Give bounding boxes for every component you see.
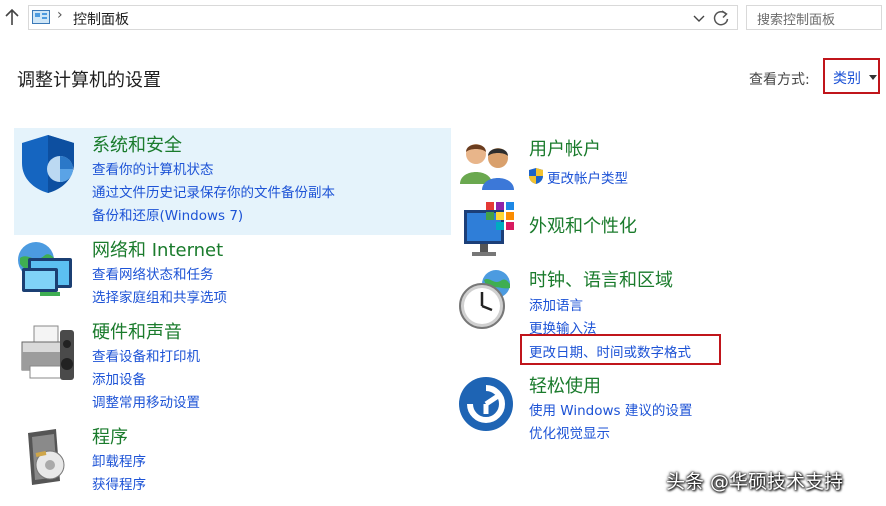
category-hardware-title[interactable]: 硬件和声音: [92, 318, 182, 344]
link-network-status[interactable]: 查看网络状态和任务: [92, 263, 214, 283]
category-programs-title[interactable]: 程序: [92, 423, 128, 449]
network-globe-icon[interactable]: [14, 238, 78, 302]
watermark-text: 头条 @华硕技术支持: [666, 471, 844, 493]
caret-down-icon: [869, 75, 877, 80]
category-user-accounts-title[interactable]: 用户帐户: [529, 135, 601, 161]
uac-shield-icon: [529, 168, 543, 184]
link-get-programs[interactable]: 获得程序: [92, 473, 146, 493]
view-by-dropdown[interactable]: 类别: [823, 58, 880, 94]
printer-icon[interactable]: [16, 322, 80, 386]
link-homegroup-sharing[interactable]: 选择家庭组和共享选项: [92, 286, 227, 306]
category-appearance-title[interactable]: 外观和个性化: [529, 212, 637, 238]
link-recommended-settings[interactable]: 使用 Windows 建议的设置: [529, 399, 692, 419]
category-clock-region-title[interactable]: 时钟、语言和区域: [529, 266, 673, 292]
up-arrow-icon[interactable]: [2, 7, 22, 27]
category-network-title[interactable]: 网络和 Internet: [92, 236, 223, 262]
link-backup-restore[interactable]: 备份和还原(Windows 7): [92, 204, 243, 224]
link-uninstall-program[interactable]: 卸载程序: [92, 450, 146, 470]
search-input[interactable]: 搜索控制面板: [746, 5, 882, 30]
user-accounts-icon[interactable]: [456, 134, 520, 198]
link-view-computer-status[interactable]: 查看你的计算机状态: [92, 158, 214, 178]
breadcrumb-separator: ›: [57, 7, 63, 23]
programs-icon[interactable]: [16, 425, 80, 489]
clock-globe-icon[interactable]: [456, 268, 520, 332]
search-placeholder: 搜索控制面板: [757, 13, 836, 28]
ease-of-access-icon[interactable]: [456, 374, 520, 438]
page-title: 调整计算机的设置: [17, 70, 161, 91]
control-panel-icon: [32, 10, 50, 24]
refresh-icon[interactable]: [711, 8, 731, 28]
link-file-history-backup[interactable]: 通过文件历史记录保存你的文件备份副本: [92, 181, 335, 201]
shield-icon[interactable]: [16, 131, 80, 195]
breadcrumb-control-panel[interactable]: 控制面板: [73, 9, 129, 29]
link-add-language[interactable]: 添加语言: [529, 294, 583, 314]
link-devices-printers[interactable]: 查看设备和打印机: [92, 345, 200, 365]
annotation-highlight-box: [520, 334, 721, 365]
category-ease-of-access-title[interactable]: 轻松使用: [529, 372, 601, 398]
link-add-device[interactable]: 添加设备: [92, 368, 146, 388]
link-mobility-settings[interactable]: 调整常用移动设置: [92, 391, 200, 411]
appearance-icon[interactable]: [456, 200, 520, 264]
link-change-account-type[interactable]: 更改帐户类型: [547, 167, 628, 187]
view-by-value: 类别: [833, 71, 861, 87]
chevron-down-icon[interactable]: [692, 11, 706, 25]
address-bar[interactable]: › 控制面板: [28, 5, 738, 30]
view-by-label: 查看方式:: [749, 72, 810, 88]
category-system-security-title[interactable]: 系统和安全: [92, 131, 182, 157]
link-optimize-visual-display[interactable]: 优化视觉显示: [529, 422, 610, 442]
address-toolbar: › 控制面板 搜索控制面板: [0, 0, 886, 38]
